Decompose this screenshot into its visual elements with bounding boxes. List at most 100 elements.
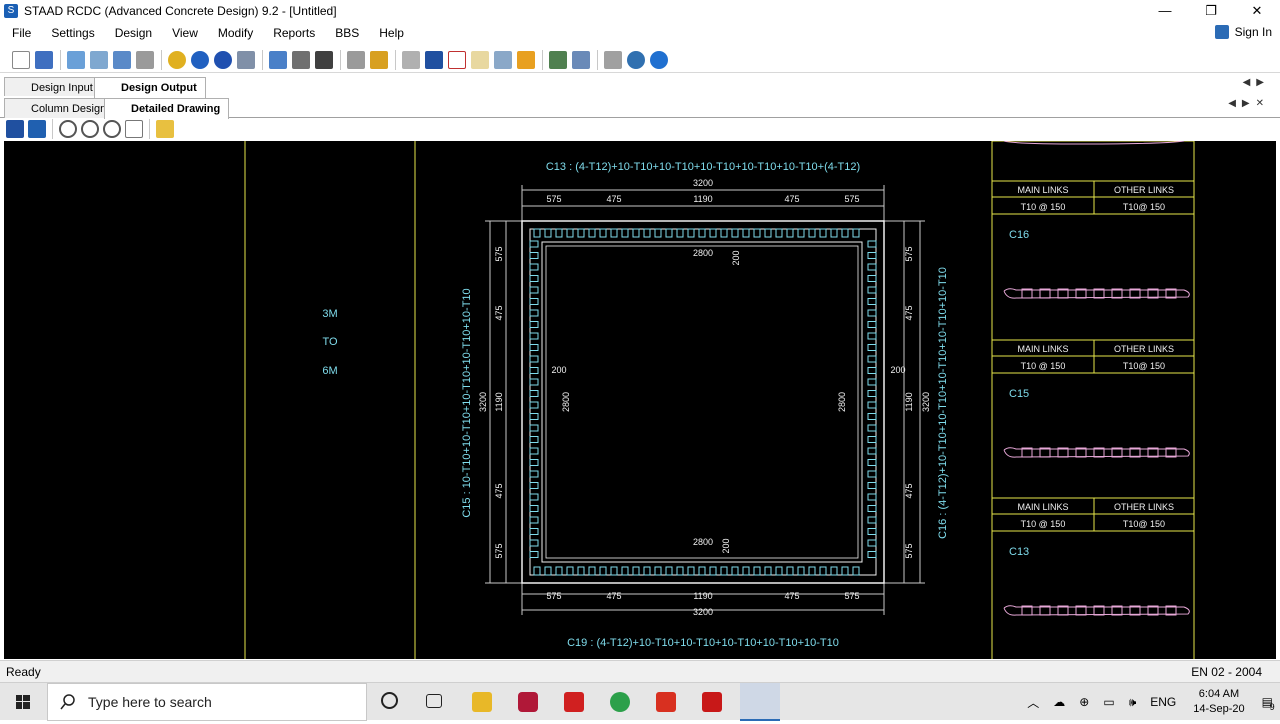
zoom-in-icon[interactable] [81,120,99,138]
search-icon[interactable] [627,50,645,69]
svg-text:575: 575 [844,591,859,601]
hash-icon[interactable] [315,50,333,69]
save-drawing-icon[interactable] [6,120,24,138]
network-icon[interactable]: ⊕ [1079,695,1089,709]
tab-design-output[interactable]: Design Output [94,77,206,98]
menu-design[interactable]: Design [103,26,160,40]
delete-icon[interactable] [448,50,466,69]
rebar-mark [867,344,877,351]
minimize-button[interactable]: — [1142,0,1188,22]
rebar-mark [867,516,877,524]
tab-scroll-arrows[interactable]: ◀▶✕ [1228,98,1270,109]
menu-settings[interactable]: Settings [39,26,102,40]
tools-icon[interactable] [549,50,567,69]
rebar-mark [621,228,629,238]
notification-icon[interactable]: ▤ 9 [1262,695,1275,712]
start-button[interactable] [0,683,46,721]
battery-icon[interactable]: ▭ [1103,695,1114,709]
rebar-mark [720,566,728,576]
autocad-icon[interactable] [28,120,46,138]
rebar-mark [529,470,539,478]
range-end: 6M [322,365,337,377]
onedrive-icon[interactable]: ☁ [1053,695,1065,709]
cortana-icon[interactable] [381,692,398,709]
settings-icon[interactable] [168,50,186,69]
new-file-icon[interactable] [12,50,30,69]
clipboard-icon[interactable] [471,50,489,69]
beam-icon[interactable] [269,50,287,69]
rebar-mark [529,367,539,374]
other-links-header: OTHER LINKS [1114,502,1174,512]
calculator-icon[interactable] [572,50,590,69]
drawing-icon[interactable] [494,50,512,69]
rebar-mark [731,566,739,576]
help-icon[interactable] [650,50,668,69]
menu-reports[interactable]: Reports [261,26,323,40]
rebar-mark [599,228,607,238]
globe-icon[interactable] [191,50,209,69]
tab-scroll-arrows[interactable]: ◀▶ [1243,77,1270,88]
filter-icon[interactable] [604,50,622,69]
lock-icon[interactable] [370,50,388,69]
rebar-mark [529,413,539,420]
menu-view[interactable]: View [160,26,206,40]
zoom-out-icon[interactable] [103,120,121,138]
chrome-icon[interactable] [610,692,630,712]
rebar-mark [529,551,539,558]
zoom-icon[interactable] [59,120,77,138]
menu-help[interactable]: Help [367,26,412,40]
tab-column-design[interactable]: Column Design [4,98,116,118]
svg-text:475: 475 [494,305,504,320]
layers-icon[interactable] [237,50,255,69]
rebar-mark [867,286,877,294]
table-icon[interactable] [90,50,108,69]
rebar-mark [808,228,816,238]
restore-button[interactable]: ❐ [1188,0,1234,22]
measure-icon[interactable] [156,120,174,138]
sign-in-button[interactable]: Sign In [1214,25,1272,39]
rebar-mark [529,482,539,489]
structure-icon[interactable] [136,50,154,69]
import-icon[interactable] [67,50,85,69]
rebar-mark [588,566,596,576]
task-view-icon[interactable] [426,694,442,708]
autocad-icon[interactable] [702,692,722,712]
tab-design-input[interactable]: Design Input [4,77,102,97]
close-button[interactable]: ✕ [1234,0,1280,22]
taskbar-search[interactable]: Type here to search [47,683,367,721]
overall-width-top: 3200 [693,178,713,188]
chevron-up-icon[interactable]: ︿ [1027,694,1039,711]
rebar-mark [529,436,539,443]
pan-hand-icon[interactable] [125,120,143,138]
menu-bbs[interactable]: BBS [323,26,367,40]
file-explorer-icon[interactable] [472,692,492,712]
rebar-mark [529,401,539,409]
language-indicator[interactable]: ENG [1150,695,1176,709]
column-icon[interactable] [214,50,232,69]
rebar-mark [676,228,684,238]
menu-file[interactable]: File [0,26,39,40]
etabs-icon[interactable] [656,692,676,712]
grid-icon[interactable] [113,50,131,69]
drawing-canvas[interactable]: 3M TO 6M C13 : (4-T12)+10-T10+10-T10+10-… [4,141,1276,659]
app-icon[interactable] [564,692,584,712]
export-icon[interactable] [425,50,443,69]
save-icon[interactable] [35,50,53,69]
svg-text:475: 475 [606,591,621,601]
windows-taskbar: Type here to search ︿ ☁ ⊕ ▭ 🕪 ENG 6:04 A… [0,682,1280,721]
clock[interactable]: 6:04 AM 14-Sep-20 [1193,687,1244,717]
rebar-mark [529,447,539,455]
svg-text:575: 575 [546,591,561,601]
bbs-icon[interactable] [517,50,535,69]
report-icon[interactable] [402,50,420,69]
align-icon[interactable] [292,50,310,69]
volume-icon[interactable]: 🕪 [1129,695,1137,710]
app-icon[interactable] [518,692,538,712]
run-icon[interactable] [347,50,365,69]
rebar-mark [529,355,539,363]
tab-detailed-drawing[interactable]: Detailed Drawing [104,98,230,119]
staad-taskbar-icon[interactable] [740,683,780,721]
rebar-mark [867,263,877,271]
svg-text:1190: 1190 [904,392,914,411]
menu-modify[interactable]: Modify [206,26,261,40]
